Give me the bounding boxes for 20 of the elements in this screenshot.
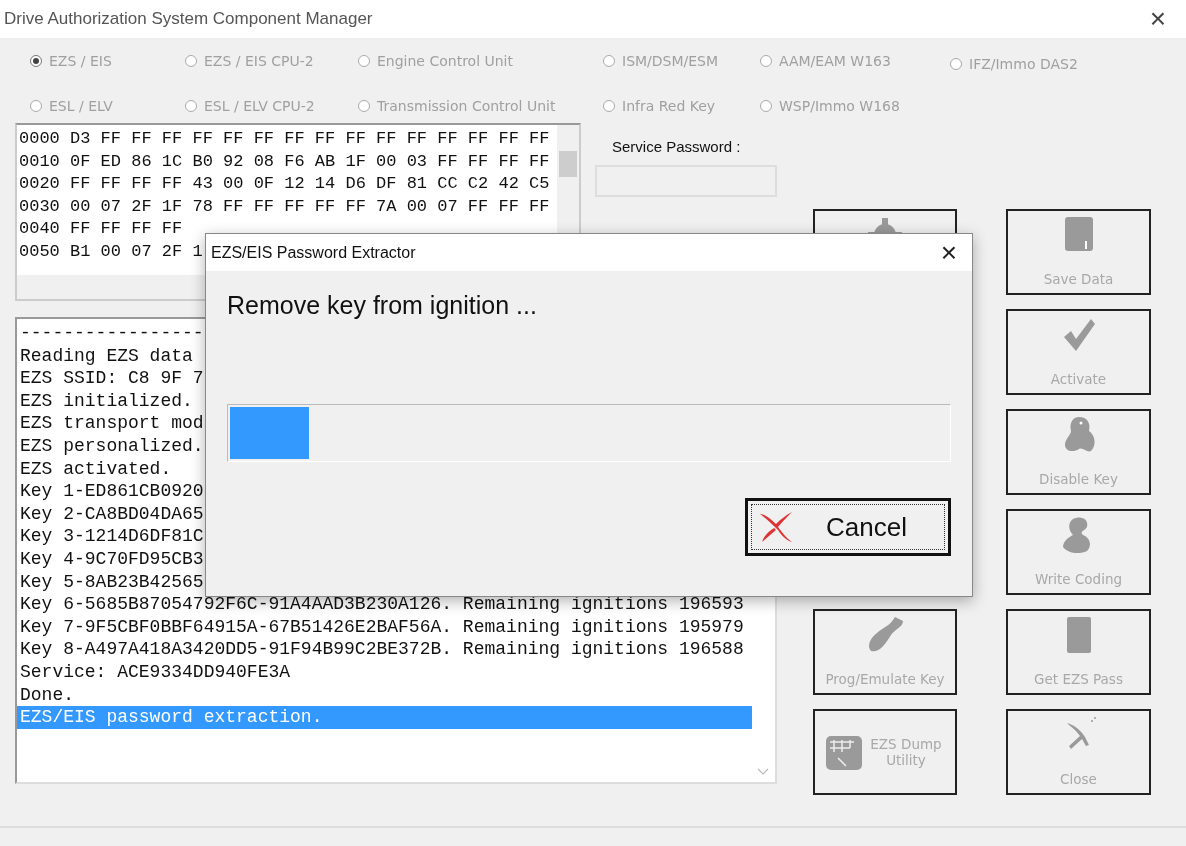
close-button[interactable]: × <box>926 236 972 269</box>
close-button[interactable]: × <box>1130 3 1186 35</box>
cancel-button[interactable]: Cancel <box>745 498 951 556</box>
hex-row: 0020 FF FF FF FF 43 00 0F 12 14 D6 DF 81 CC C2 42 C5 <box>19 173 550 196</box>
field-label: Service Password : <box>612 138 742 155</box>
log-line[interactable]: Key 7-9F5CBF0BBF64915A-67B51426E2BAF56A. Remaining ignitions 195979 <box>17 615 752 639</box>
dialog-title: EZS/EIS Password Extractor <box>211 243 416 262</box>
hex-row-text: 0010 0F ED 86 1C B0 92 08 F6 AB 1F 00 03 FF FF FF FF <box>19 150 550 173</box>
log-line[interactable]: Key 6-5685B87054792F6C-91A4AAD3B230A126. Remaining ignitions 196593 <box>17 593 752 616</box>
dialog-message: Remove key from ignition ... <box>227 291 538 321</box>
log-line[interactable]: Done. <box>17 683 752 707</box>
hex-row-text: 0030 00 07 2F 1F 78 FF FF FF FF FF 7A 00 07 FF FF FF <box>19 195 550 218</box>
log-line[interactable]: Key 8-A497A418A3420DD5-91F94B99C2BE372B. Remaining ignitions 196588 <box>17 638 752 661</box>
scroll-down-icon[interactable] <box>757 768 769 776</box>
cross-icon <box>758 510 794 544</box>
hex-row: 0040 FF FF FF FF <box>19 218 183 241</box>
hex-row-text: 0050 B1 00 07 2F 1 <box>19 240 203 263</box>
log-line[interactable]: Service: ACE9334DD940FE3A <box>17 660 752 684</box>
hex-row-text: 0000 D3 FF FF FF FF FF FF FF FF FF FF FF FF FF FF FF <box>19 128 550 150</box>
window-title: Drive Authorization System Component Manager <box>4 9 373 29</box>
